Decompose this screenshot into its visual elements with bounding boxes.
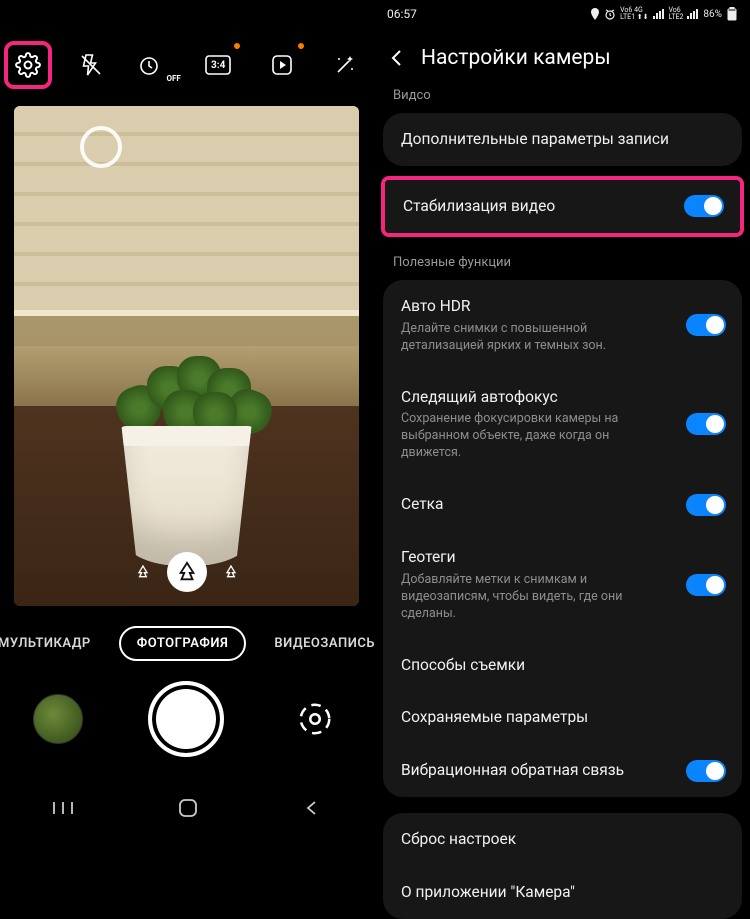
signal-icon	[687, 9, 699, 19]
camera-settings-screen: 06:57 Vo6 4GLTE1 ⬆⬇ Vo6LTE2 86% Настройк…	[375, 0, 750, 830]
toggle-geotags[interactable]	[686, 574, 726, 596]
flash-off-icon	[79, 53, 103, 77]
scene-plant	[107, 356, 267, 436]
signal-icon	[653, 9, 665, 19]
section-label-useful: Полезные функции	[375, 249, 750, 280]
row-title: Способы съемки	[401, 655, 724, 676]
android-navbar	[0, 786, 373, 830]
aspect-ratio-button[interactable]: 3:4	[194, 41, 242, 89]
row-title: Авто HDR	[401, 296, 724, 317]
sim2-label: Vo6LTE2	[669, 7, 684, 21]
indicator-dot-icon	[234, 43, 240, 49]
chevron-left-icon	[387, 48, 407, 68]
battery-percent: 86%	[703, 9, 722, 20]
camera-app-screen: OFF 3:4	[0, 0, 375, 830]
switch-camera-icon	[296, 700, 334, 738]
mode-multiframe[interactable]: МУЛЬТИКАДР	[0, 628, 101, 659]
battery-icon	[726, 7, 738, 21]
nav-back-button[interactable]	[303, 799, 321, 817]
row-grid[interactable]: Сетка	[383, 478, 742, 531]
row-haptic[interactable]: Вибрационная обратная связь	[383, 744, 742, 797]
back-button[interactable]	[387, 48, 407, 68]
switch-camera-button[interactable]	[290, 694, 340, 744]
indicator-dot-icon	[298, 43, 304, 49]
focus-ring-icon	[80, 126, 122, 168]
toggle-grid[interactable]	[686, 494, 726, 516]
back-icon	[303, 799, 321, 817]
status-time: 06:57	[387, 7, 417, 21]
card-video: Дополнительные параметры записи	[383, 113, 742, 166]
nav-home-button[interactable]	[178, 798, 198, 818]
camera-viewfinder[interactable]	[14, 106, 359, 606]
alarm-icon	[604, 8, 616, 20]
card-useful: Авто HDR Делайте снимки с повышенной дет…	[383, 280, 742, 797]
row-title: О приложении "Камера"	[401, 882, 724, 903]
nav-recents-button[interactable]	[52, 800, 74, 816]
row-title: Сетка	[401, 494, 724, 515]
settings-button[interactable]	[4, 41, 52, 89]
section-label-video: Видсо	[375, 88, 750, 113]
camera-mode-selector: МУЛЬТИКАДР ФОТОГРАФИЯ ВИДЕОЗАПИСЬ	[0, 626, 373, 661]
gallery-thumbnail-button[interactable]	[33, 694, 83, 744]
row-about[interactable]: О приложении "Камера"	[383, 866, 742, 919]
row-save-params[interactable]: Сохраняемые параметры	[383, 691, 742, 744]
scene-background	[14, 106, 359, 316]
row-tracking-af[interactable]: Следящий автофокус Сохранение фокусировк…	[383, 371, 742, 479]
highlight-stabilization: Стабилизация видео	[381, 176, 744, 237]
gear-icon	[15, 52, 41, 78]
mode-photo[interactable]: ФОТОГРАФИЯ	[119, 626, 247, 661]
status-icons: Vo6 4GLTE1 ⬆⬇ Vo6LTE2 86%	[590, 7, 738, 21]
motion-photo-button[interactable]	[258, 41, 306, 89]
settings-title: Настройки камеры	[421, 46, 611, 70]
row-title: Дополнительные параметры записи	[401, 129, 724, 150]
row-advanced-recording[interactable]: Дополнительные параметры записи	[383, 113, 742, 166]
recents-icon	[52, 800, 74, 816]
card-misc: Сброс настроек О приложении "Камера"	[383, 813, 742, 919]
settings-header: Настройки камеры	[375, 32, 750, 88]
location-icon	[590, 8, 600, 20]
motion-photo-icon	[270, 53, 294, 77]
row-subtitle: Сохранение фокусировки камеры на выбранн…	[401, 411, 724, 462]
mode-video[interactable]: ВИДЕОЗАПИСЬ	[264, 628, 385, 659]
tree-small-icon	[135, 564, 151, 580]
flash-button[interactable]	[67, 41, 115, 89]
filters-button[interactable]	[321, 41, 369, 89]
row-title: Следящий автофокус	[401, 387, 724, 408]
camera-top-toolbar: OFF 3:4	[0, 30, 373, 100]
shutter-row	[0, 681, 373, 757]
row-title: Геотеги	[401, 547, 724, 568]
zoom-selector	[129, 552, 245, 592]
row-subtitle: Добавляйте метки к снимкам и видеозапися…	[401, 572, 724, 623]
timer-label: OFF	[166, 74, 180, 83]
shutter-button[interactable]	[148, 681, 224, 757]
aspect-ratio-label: 3:4	[211, 60, 225, 71]
scene-pot	[122, 426, 252, 566]
timer-icon	[140, 53, 170, 77]
row-subtitle: Делайте снимки с повышенной детализацией…	[401, 321, 724, 355]
status-bar: 06:57 Vo6 4GLTE1 ⬆⬇ Vo6LTE2 86%	[375, 0, 750, 28]
timer-button[interactable]: OFF	[131, 41, 179, 89]
tree-icon	[176, 561, 198, 583]
zoom-ultrawide-button[interactable]	[129, 558, 157, 586]
magic-wand-icon	[333, 53, 357, 77]
sim1-label: Vo6 4GLTE1 ⬆⬇	[620, 7, 648, 21]
toggle-auto-hdr[interactable]	[686, 314, 726, 336]
tree-small-icon	[223, 564, 239, 580]
row-shooting-methods[interactable]: Способы съемки	[383, 639, 742, 692]
row-title: Сброс настроек	[401, 829, 724, 850]
row-video-stabilization[interactable]: Стабилизация видео	[385, 180, 740, 233]
row-title: Вибрационная обратная связь	[401, 760, 724, 781]
row-title: Сохраняемые параметры	[401, 707, 724, 728]
toggle-tracking-af[interactable]	[686, 413, 726, 435]
row-title: Стабилизация видео	[403, 196, 722, 217]
toggle-haptic[interactable]	[686, 760, 726, 782]
row-reset[interactable]: Сброс настроек	[383, 813, 742, 866]
row-auto-hdr[interactable]: Авто HDR Делайте снимки с повышенной дет…	[383, 280, 742, 371]
row-geotags[interactable]: Геотеги Добавляйте метки к снимкам и вид…	[383, 531, 742, 639]
zoom-tele-button[interactable]	[217, 558, 245, 586]
home-icon	[178, 798, 198, 818]
toggle-video-stabilization[interactable]	[684, 195, 724, 217]
zoom-1x-button[interactable]	[167, 552, 207, 592]
